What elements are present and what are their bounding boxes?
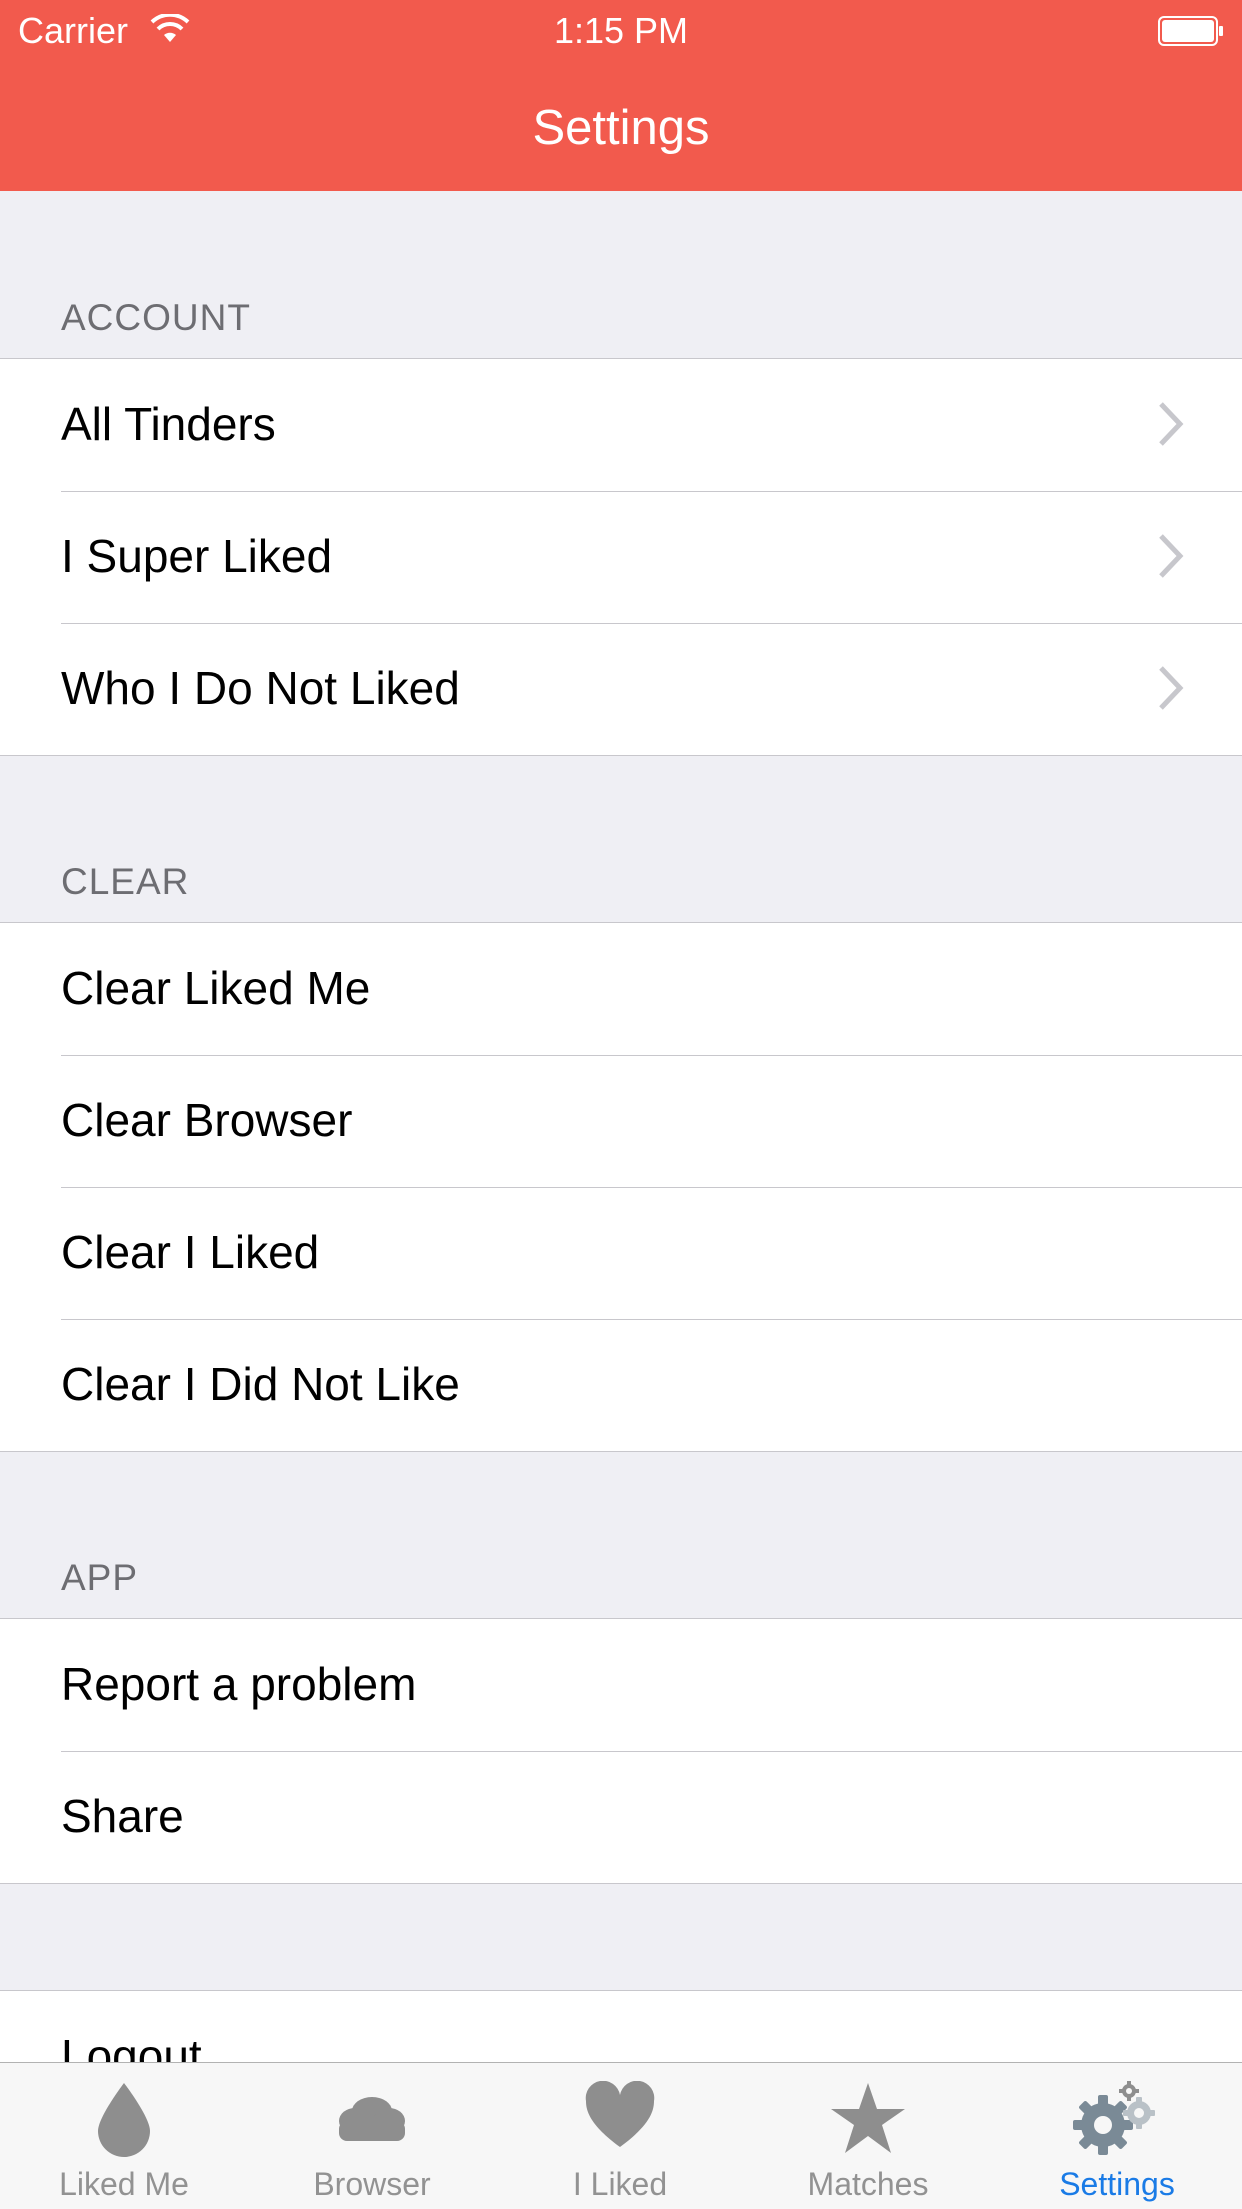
tab-browser[interactable]: Browser xyxy=(248,2063,496,2209)
gears-icon xyxy=(1073,2081,1155,2155)
row-label: Report a problem xyxy=(61,1658,417,1710)
row-i-super-liked[interactable]: I Super Liked xyxy=(0,491,1242,623)
tab-label: Browser xyxy=(313,2166,431,2202)
row-label: Clear I Did Not Like xyxy=(61,1358,460,1410)
row-label: Share xyxy=(61,1790,184,1842)
row-label: I Super Liked xyxy=(61,530,333,582)
battery-icon xyxy=(1158,16,1223,46)
logout-label: Logout xyxy=(61,2030,202,2062)
star-icon xyxy=(831,2083,905,2153)
account-group: All Tinders I Super Liked Who I Do Not L… xyxy=(0,358,1242,756)
status-bar: Carrier 1:15 PM xyxy=(0,0,1242,62)
row-label: Clear I Liked xyxy=(61,1226,320,1278)
section-header-account: ACCOUNT xyxy=(61,297,251,338)
tab-settings[interactable]: Settings xyxy=(992,2063,1242,2209)
chevron-right-icon xyxy=(1159,534,1184,578)
cloud-icon xyxy=(339,2097,405,2141)
tab-liked-me[interactable]: Liked Me xyxy=(0,2063,248,2209)
section-header-clear: CLEAR xyxy=(61,861,190,902)
row-clear-i-did-not-like[interactable]: Clear I Did Not Like xyxy=(0,1319,1242,1451)
navigation-bar: Carrier 1:15 PM Settings xyxy=(0,0,1242,191)
tab-label: I Liked xyxy=(572,2166,668,2202)
row-clear-browser[interactable]: Clear Browser xyxy=(0,1055,1242,1187)
tab-bar: Liked Me Browser I Liked Matches Setting… xyxy=(0,2062,1242,2209)
row-label: Clear Browser xyxy=(61,1094,353,1146)
section-header-app: APP xyxy=(61,1557,139,1598)
tab-label: Matches xyxy=(807,2166,929,2202)
clear-group: Clear Liked Me Clear Browser Clear I Lik… xyxy=(0,922,1242,1452)
logout-group: Logout xyxy=(0,1990,1242,2062)
row-label: All Tinders xyxy=(61,398,276,450)
settings-list[interactable]: ACCOUNT All Tinders I Super Liked Who I … xyxy=(0,191,1242,2062)
row-label: Who I Do Not Liked xyxy=(61,662,460,714)
tab-i-liked[interactable]: I Liked xyxy=(496,2063,744,2209)
drop-icon xyxy=(98,2083,150,2157)
row-report-a-problem[interactable]: Report a problem xyxy=(0,1619,1242,1751)
chevron-right-icon xyxy=(1159,402,1184,446)
row-who-i-do-not-liked[interactable]: Who I Do Not Liked xyxy=(0,623,1242,755)
heart-icon xyxy=(585,2081,655,2147)
row-share[interactable]: Share xyxy=(0,1751,1242,1883)
tab-label: Liked Me xyxy=(59,2166,189,2202)
row-all-tinders[interactable]: All Tinders xyxy=(0,359,1242,491)
tab-label: Settings xyxy=(1059,2166,1175,2202)
app-group: Report a problem Share xyxy=(0,1618,1242,1884)
row-logout[interactable]: Logout xyxy=(0,1991,1242,2062)
tab-matches[interactable]: Matches xyxy=(744,2063,992,2209)
row-clear-i-liked[interactable]: Clear I Liked xyxy=(0,1187,1242,1319)
page-title: Settings xyxy=(532,101,710,155)
row-clear-liked-me[interactable]: Clear Liked Me xyxy=(0,923,1242,1055)
row-label: Clear Liked Me xyxy=(61,962,371,1014)
chevron-right-icon xyxy=(1159,666,1184,710)
status-time: 1:15 PM xyxy=(553,10,689,51)
